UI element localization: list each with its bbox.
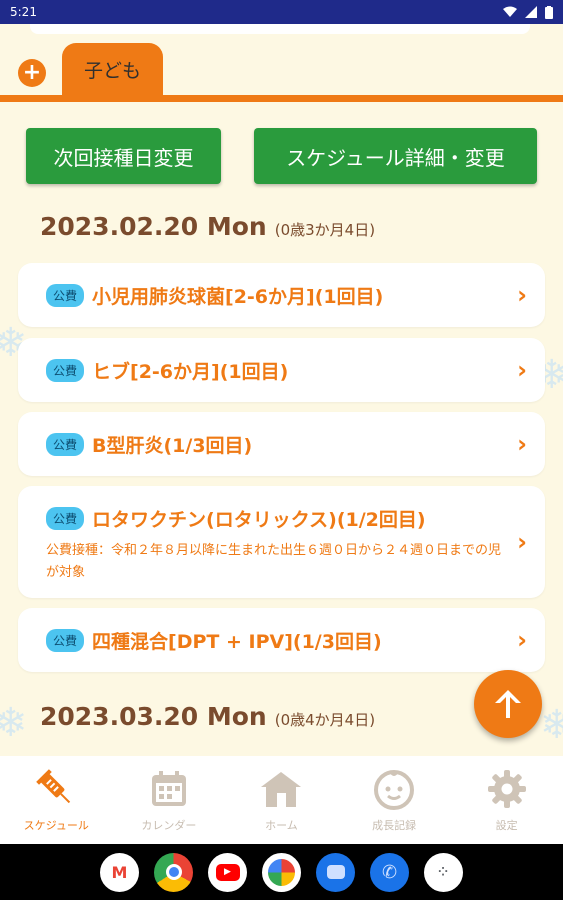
wifi-icon	[503, 6, 517, 17]
vaccine-card[interactable]: 公費 四種混合[DPT + IPV](1/3回目) ›	[18, 608, 545, 672]
vaccine-card[interactable]: 公費 ロタワクチン(ロタリックス)(1/2回目) 公費接種：令和２年８月以降に生…	[18, 486, 545, 598]
gmail-icon[interactable]: M	[100, 852, 139, 892]
vaccine-name: ヒブ[2-6か月](1回目)	[92, 360, 289, 383]
child-tab-bar: + 子ども	[0, 24, 563, 102]
snowflake-decoration-icon: ❄	[540, 702, 563, 748]
nav-growth-record[interactable]: 成長記録	[338, 756, 451, 844]
status-bar: 5:21	[0, 0, 563, 24]
chevron-right-icon: ›	[517, 281, 527, 309]
tab-underline	[0, 95, 563, 102]
nav-home[interactable]: ホーム	[225, 756, 338, 844]
public-funded-badge: 公費	[46, 628, 85, 652]
phone-icon[interactable]: ✆	[370, 852, 409, 892]
status-time: 5:21	[10, 5, 37, 19]
messages-icon[interactable]	[316, 852, 355, 892]
vaccine-note: 公費接種：令和２年８月以降に生まれた出生６週０日から２４週０日までの児が対象	[46, 543, 502, 580]
vaccine-card[interactable]: 公費 ヒブ[2-6か月](1回目) ›	[18, 338, 545, 402]
vaccine-name: 小児用肺炎球菌[2-6か月](1回目)	[92, 285, 384, 308]
vaccine-name: 四種混合[DPT + IPV](1/3回目)	[92, 630, 382, 653]
app-drawer-icon[interactable]: ⁘	[424, 852, 463, 892]
age-label: (0歳4か月4日)	[274, 711, 376, 729]
syringe-icon	[34, 767, 78, 811]
home-icon	[259, 767, 303, 811]
gear-icon	[485, 767, 529, 811]
vaccine-name: B型肝炎(1/3回目)	[92, 434, 253, 457]
chevron-right-icon: ›	[517, 356, 527, 384]
public-funded-badge: 公費	[46, 283, 85, 307]
status-icons	[503, 5, 553, 19]
calendar-icon	[147, 767, 191, 811]
public-funded-badge: 公費	[46, 432, 85, 456]
nav-schedule[interactable]: スケジュール	[0, 756, 113, 844]
vaccine-card[interactable]: 公費 小児用肺炎球菌[2-6か月](1回目) ›	[18, 263, 545, 327]
schedule-date-header: 2023.03.20 Mon (0歳4か月4日)	[40, 702, 376, 731]
next-date-change-button[interactable]: 次回接種日変更	[26, 128, 221, 184]
schedule-list[interactable]: ❄ ❄ ❄ ❄ 次回接種日変更 スケジュール詳細・変更 2023.02.20 M…	[0, 102, 563, 756]
tab-child[interactable]: 子ども	[62, 43, 163, 96]
schedule-detail-button[interactable]: スケジュール詳細・変更	[254, 128, 537, 184]
nav-settings[interactable]: 設定	[450, 756, 563, 844]
public-funded-badge: 公費	[46, 506, 85, 530]
plus-icon: +	[22, 60, 42, 85]
scroll-to-top-button[interactable]	[474, 670, 542, 738]
nav-calendar[interactable]: カレンダー	[113, 756, 226, 844]
add-child-button[interactable]: +	[18, 59, 46, 87]
system-dock: M ▶ ✆ ⁘	[0, 844, 563, 900]
schedule-date-header: 2023.02.20 Mon (0歳3か月4日)	[40, 212, 376, 241]
bottom-navigation: スケジュール カレンダー ホーム 成長記録 設定	[0, 756, 563, 844]
chevron-right-icon: ›	[517, 626, 527, 654]
chevron-right-icon: ›	[517, 528, 527, 556]
chrome-icon[interactable]	[154, 852, 193, 892]
header-cap	[30, 24, 530, 34]
arrow-up-icon	[495, 690, 521, 718]
age-label: (0歳3か月4日)	[274, 221, 376, 239]
youtube-icon[interactable]: ▶	[208, 852, 247, 892]
vaccine-card[interactable]: 公費 B型肝炎(1/3回目) ›	[18, 412, 545, 476]
baby-face-icon	[372, 767, 416, 811]
vaccine-name: ロタワクチン(ロタリックス)(1/2回目)	[92, 508, 426, 531]
chevron-right-icon: ›	[517, 430, 527, 458]
snowflake-decoration-icon: ❄	[0, 700, 28, 746]
signal-icon	[525, 6, 537, 18]
battery-icon	[545, 5, 553, 19]
photos-icon[interactable]	[262, 852, 301, 892]
public-funded-badge: 公費	[46, 358, 85, 382]
